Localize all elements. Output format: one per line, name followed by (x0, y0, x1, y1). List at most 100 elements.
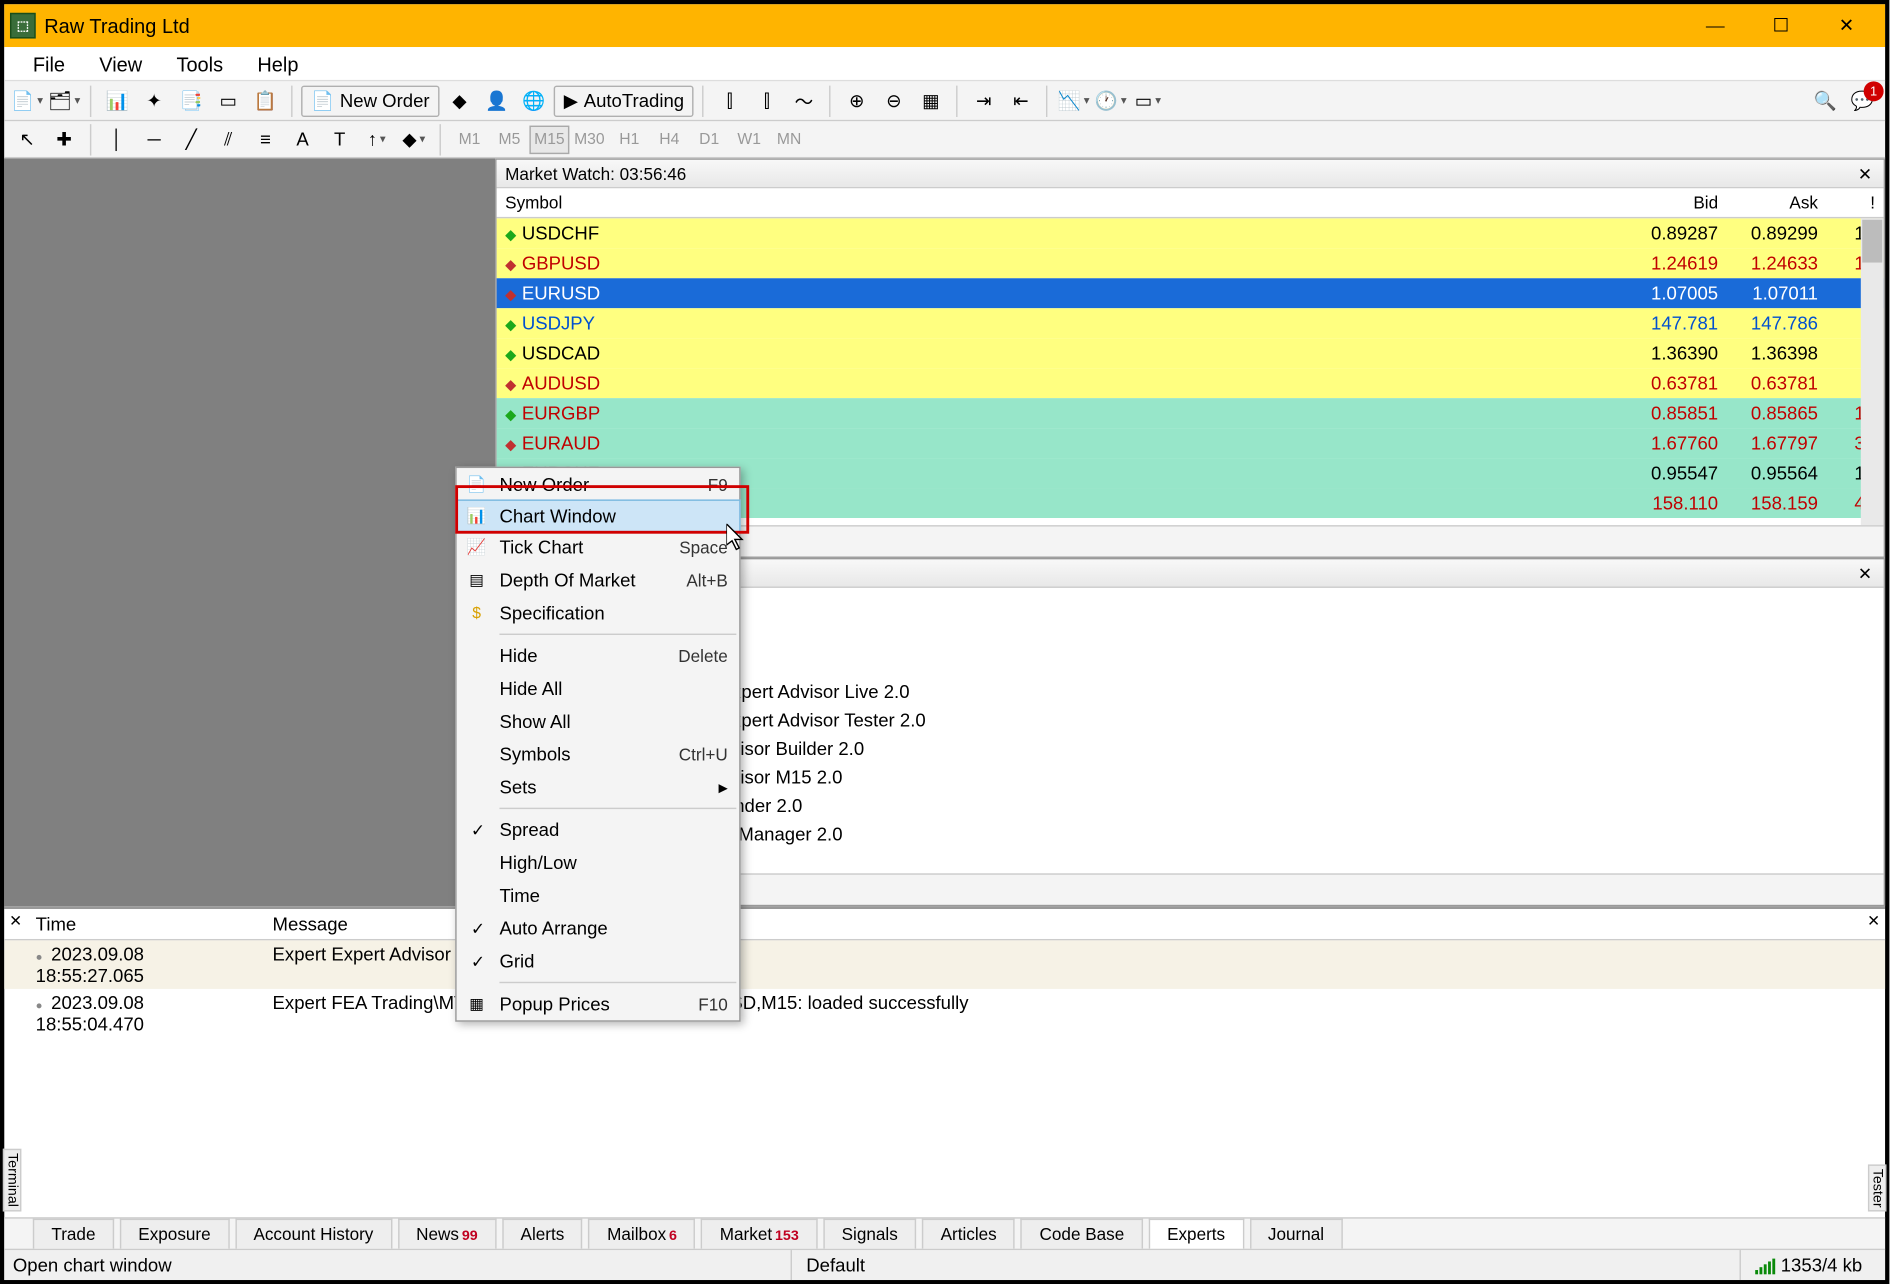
tile-windows-button[interactable]: ▦ (914, 85, 948, 116)
ctx-hide-all[interactable]: Hide All (457, 672, 740, 705)
templates-button[interactable]: ▭ (1131, 85, 1165, 116)
btab-code-base[interactable]: Code Base (1021, 1219, 1143, 1249)
log-row[interactable]: 2023.09.08 18:55:27.065Expert Expert Adv… (4, 940, 1885, 989)
strategy-tester-toggle[interactable]: 📋 (248, 85, 282, 116)
terminal-toggle[interactable]: ▭ (211, 85, 245, 116)
terminal-side-label[interactable]: Terminal (3, 1149, 22, 1211)
timeframe-m5[interactable]: M5 (489, 125, 529, 154)
expert-advisors-button[interactable]: 👤 (480, 85, 514, 116)
btab-exposure[interactable]: Exposure (120, 1219, 229, 1249)
status-profile[interactable]: Default (791, 1250, 1740, 1280)
menu-tools[interactable]: Tools (159, 49, 240, 78)
maximize-button[interactable]: ☐ (1748, 4, 1814, 47)
scrollbar[interactable] (1861, 218, 1884, 525)
market-watch-row-usdcad[interactable]: USDCAD1.363901.363988 (497, 338, 1884, 368)
auto-scroll-button[interactable]: ⇥ (967, 85, 1001, 116)
market-watch-row-audusd[interactable]: AUDUSD0.637810.63781 (497, 368, 1884, 398)
chart-shift-button[interactable]: ⇤ (1004, 85, 1038, 116)
periodicity-button[interactable]: 🕐 (1094, 85, 1128, 116)
text-tool[interactable]: A (285, 123, 319, 154)
horizontal-line-tool[interactable]: ─ (137, 123, 171, 154)
market-watch-row-eurgbp[interactable]: EURGBP0.858510.8586514 (497, 398, 1884, 428)
crosshair-tool[interactable]: ✚ (47, 123, 81, 154)
btab-experts[interactable]: Experts (1149, 1219, 1244, 1249)
cursor-tool[interactable]: ↖ (10, 123, 44, 154)
btab-journal[interactable]: Journal (1249, 1219, 1342, 1249)
channel-tool[interactable]: ⫽ (211, 123, 245, 154)
alerts-bell-icon[interactable]: 💬1 (1845, 85, 1879, 116)
ctx-tick-chart[interactable]: 📈Tick ChartSpace (457, 531, 740, 564)
zoom-out-button[interactable]: ⊖ (877, 85, 911, 116)
candlestick-button[interactable]: ⫿ (750, 85, 784, 116)
ctx-show-all[interactable]: Show All (457, 705, 740, 738)
btab-market[interactable]: Market153 (701, 1219, 817, 1249)
trendline-tool[interactable]: ╱ (174, 123, 208, 154)
autotrading-button[interactable]: ▶ AutoTrading (554, 85, 694, 116)
btab-alerts[interactable]: Alerts (502, 1219, 583, 1249)
ctx-spread[interactable]: Spread (457, 813, 740, 846)
navigator-toggle[interactable]: ✦ (137, 85, 171, 116)
ctx-specification[interactable]: $Specification (457, 596, 740, 629)
timeframe-h4[interactable]: H4 (649, 125, 689, 154)
data-window-toggle[interactable]: 📑 (174, 85, 208, 116)
text-label-tool[interactable]: T (323, 123, 357, 154)
indicators-button[interactable]: 📉 (1057, 85, 1091, 116)
timeframe-m1[interactable]: M1 (450, 125, 490, 154)
btab-signals[interactable]: Signals (823, 1219, 916, 1249)
shape-tool[interactable]: ◆ (397, 123, 431, 154)
zoom-in-button[interactable]: ⊕ (840, 85, 874, 116)
btab-news[interactable]: News99 (398, 1219, 497, 1249)
timeframe-d1[interactable]: D1 (689, 125, 729, 154)
ctx-sets[interactable]: Sets (457, 771, 740, 804)
timeframe-mn[interactable]: MN (769, 125, 809, 154)
ctx-symbols[interactable]: SymbolsCtrl+U (457, 738, 740, 771)
timeframe-m15[interactable]: M15 (529, 125, 569, 154)
market-watch-row-gbpusd[interactable]: GBPUSD1.246191.2463314 (497, 248, 1884, 278)
line-chart-button[interactable]: 〜 (787, 85, 821, 116)
market-watch-row-usdjpy[interactable]: USDJPY147.781147.7865 (497, 308, 1884, 338)
signals-button[interactable]: 🌐 (517, 85, 551, 116)
ctx-auto-arrange[interactable]: Auto Arrange (457, 912, 740, 945)
ctx-grid[interactable]: Grid (457, 945, 740, 978)
ctx-time[interactable]: Time (457, 879, 740, 912)
fibonacci-tool[interactable]: ≡ (248, 123, 282, 154)
ctx-highlow[interactable]: High/Low (457, 846, 740, 879)
new-chart-button[interactable]: 📄 (10, 85, 44, 116)
chart-area[interactable] (4, 158, 495, 906)
metaquotes-button[interactable]: ◆ (442, 85, 476, 116)
vertical-line-tool[interactable]: │ (100, 123, 134, 154)
market-watch-row-usdchf[interactable]: USDCHF0.892870.8929912 (497, 218, 1884, 248)
navigator-close[interactable]: ✕ (1855, 563, 1875, 583)
arrow-tool[interactable]: ↑ (360, 123, 394, 154)
btab-account-history[interactable]: Account History (235, 1219, 392, 1249)
tester-side-label[interactable]: Tester (1868, 1164, 1887, 1211)
timeframe-w1[interactable]: W1 (729, 125, 769, 154)
profiles-button[interactable]: 🗂 (47, 85, 81, 116)
market-watch-close[interactable]: ✕ (1855, 163, 1875, 183)
log-row[interactable]: 2023.09.08 18:55:04.470Expert FEA Tradin… (4, 989, 1885, 1038)
btab-trade[interactable]: Trade (33, 1219, 114, 1249)
menu-view[interactable]: View (82, 49, 159, 78)
market-watch-toggle[interactable]: 📊 (100, 85, 134, 116)
status-connection[interactable]: 1353/4 kb (1740, 1250, 1877, 1280)
ctx-new-order[interactable]: 📄New OrderF9 (457, 468, 740, 501)
market-watch-row-eurusd[interactable]: EURUSD1.070051.070116 (497, 278, 1884, 308)
timeframe-h1[interactable]: H1 (609, 125, 649, 154)
ctx-chart-window[interactable]: 📊Chart Window (455, 499, 740, 532)
ctx-popup-prices[interactable]: ▦Popup PricesF10 (457, 987, 740, 1020)
terminal-close[interactable]: ✕ (7, 912, 24, 931)
ctx-depth-of-market[interactable]: ▤Depth Of MarketAlt+B (457, 564, 740, 597)
ctx-hide[interactable]: HideDelete (457, 639, 740, 672)
search-icon[interactable]: 🔍 (1808, 85, 1842, 116)
bar-chart-button[interactable]: ⫿ (713, 85, 747, 116)
market-watch-row-euraud[interactable]: EURAUD1.677601.6779737 (497, 428, 1884, 458)
btab-articles[interactable]: Articles (922, 1219, 1015, 1249)
timeframe-m30[interactable]: M30 (569, 125, 609, 154)
minimize-button[interactable]: — (1682, 4, 1748, 47)
btab-mailbox[interactable]: Mailbox6 (589, 1219, 696, 1249)
menu-help[interactable]: Help (240, 49, 315, 78)
terminal-close-right[interactable]: ✕ (1865, 912, 1882, 931)
menu-file[interactable]: File (16, 49, 82, 78)
close-button[interactable]: ✕ (1814, 4, 1880, 47)
new-order-button[interactable]: 📄 New Order (301, 85, 439, 116)
